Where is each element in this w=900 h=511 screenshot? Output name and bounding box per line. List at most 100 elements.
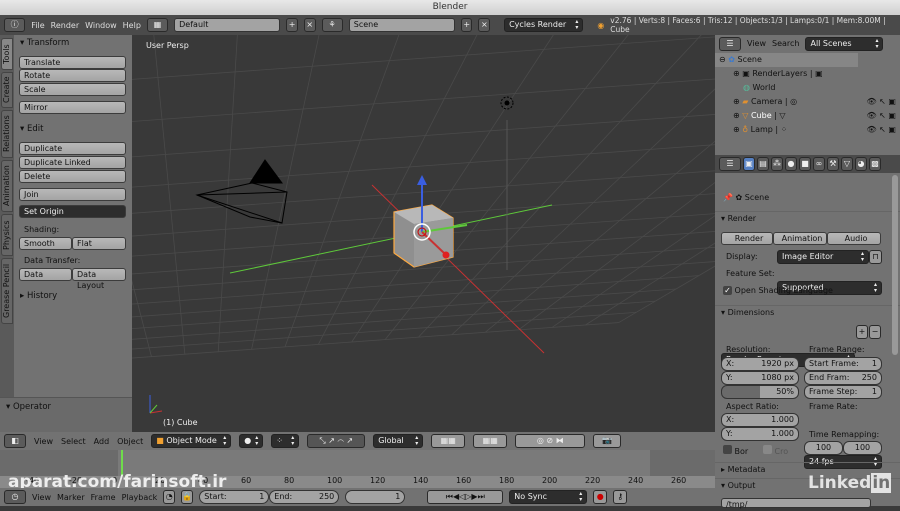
mirror-button[interactable]: Mirror bbox=[19, 101, 126, 114]
tab-physics[interactable]: Physics bbox=[1, 214, 13, 256]
edit-panel-header[interactable]: ▾ Edit bbox=[20, 124, 43, 134]
transform-panel-header[interactable]: ▾ Transform bbox=[20, 38, 69, 48]
menu-help[interactable]: Help bbox=[123, 21, 141, 30]
scene-context-icon[interactable]: ⁂ bbox=[771, 157, 783, 171]
editor-type-button[interactable]: ◷ bbox=[4, 490, 26, 504]
menu-render[interactable]: Render bbox=[51, 21, 79, 30]
remap-old-field[interactable]: 100 bbox=[804, 441, 843, 455]
rotate-button[interactable]: Rotate bbox=[19, 69, 126, 82]
visibility-icons[interactable]: 👁 ↖ ▣ bbox=[866, 95, 896, 109]
outliner-item-renderlayers[interactable]: ⊕ ▣ RenderLayers | ▣ bbox=[715, 67, 900, 81]
layers-grid-2[interactable]: ▦▦ bbox=[473, 434, 508, 448]
delete-button[interactable]: Delete bbox=[19, 170, 126, 183]
render-engine-select[interactable]: Cycles Render bbox=[504, 18, 584, 32]
tab-animation[interactable]: Animation bbox=[1, 160, 13, 212]
outliner-item-camera[interactable]: ⊕ ▰ Camera | ◎ 👁 ↖ ▣ bbox=[715, 95, 900, 109]
menu-view[interactable]: View bbox=[32, 493, 51, 502]
material-icon[interactable]: ◕ bbox=[855, 157, 867, 171]
render-context-icon[interactable]: ▣ bbox=[743, 157, 755, 171]
translate-button[interactable]: Translate bbox=[19, 56, 126, 69]
render-layers-icon[interactable]: ▤ bbox=[757, 157, 769, 171]
aspect-x-field[interactable]: X: 1.000 bbox=[721, 413, 799, 427]
remap-new-field[interactable]: 100 bbox=[843, 441, 882, 455]
duplicate-button[interactable]: Duplicate bbox=[19, 142, 126, 155]
scene-field[interactable]: Scene bbox=[348, 18, 455, 32]
properties-scrollbar[interactable] bbox=[892, 175, 898, 355]
3d-viewport[interactable]: User Persp (1) Cube bbox=[132, 35, 715, 432]
menu-window[interactable]: Window bbox=[85, 21, 117, 30]
aspect-y-field[interactable]: Y: 1.000 bbox=[721, 427, 799, 441]
outliner-item-scene[interactable]: ⊖ ✿ Scene bbox=[715, 53, 900, 67]
duplicate-linked-button[interactable]: Duplicate Linked bbox=[19, 156, 126, 169]
menu-add[interactable]: Add bbox=[94, 437, 110, 446]
lock-icon[interactable]: 🔒 bbox=[181, 490, 194, 504]
constraints-icon[interactable]: ∞ bbox=[813, 157, 825, 171]
remove-preset-button[interactable]: − bbox=[869, 325, 881, 339]
tab-relations[interactable]: Relations bbox=[1, 110, 13, 158]
editor-type-button[interactable]: ☰ bbox=[719, 157, 741, 171]
resolution-y-field[interactable]: Y: 1080 px bbox=[721, 371, 799, 385]
crop-checkbox[interactable]: Cro bbox=[763, 445, 788, 456]
history-panel-header[interactable]: ▸ History bbox=[20, 291, 57, 301]
tab-create[interactable]: Create bbox=[1, 72, 13, 108]
object-icon[interactable]: ■ bbox=[799, 157, 811, 171]
texture-icon[interactable]: ▩ bbox=[869, 157, 881, 171]
resolution-x-field[interactable]: X: 1920 px bbox=[721, 357, 799, 371]
playback-controls[interactable]: ⏮◀◁▷▶⏭ bbox=[427, 490, 504, 504]
visibility-icons[interactable]: 👁 ↖ ▣ bbox=[866, 123, 896, 137]
smooth-button[interactable]: Smooth bbox=[19, 237, 72, 250]
set-origin-select[interactable]: Set Origin bbox=[19, 205, 126, 218]
record-button[interactable]: ● bbox=[593, 490, 608, 504]
menu-marker[interactable]: Marker bbox=[57, 493, 85, 502]
audio-button[interactable]: Audio bbox=[827, 232, 881, 245]
menu-file[interactable]: File bbox=[31, 21, 44, 30]
osl-checkbox[interactable]: ✓ Open Shading Language bbox=[723, 286, 833, 295]
display-mode-select[interactable]: All Scenes bbox=[805, 36, 884, 51]
add-preset-button[interactable]: + bbox=[856, 325, 868, 339]
scale-button[interactable]: Scale bbox=[19, 83, 126, 96]
data-layout-button[interactable]: Data Layout bbox=[72, 268, 126, 290]
shading-mode-select[interactable]: ● bbox=[239, 434, 264, 448]
tab-tools[interactable]: Tools bbox=[1, 38, 13, 70]
menu-view[interactable]: View bbox=[747, 39, 766, 48]
sync-select[interactable]: No Sync bbox=[509, 490, 588, 504]
modifier-wrench-icon[interactable]: ⚒ bbox=[827, 157, 839, 171]
render-panel-header[interactable]: ▾ Render bbox=[715, 211, 900, 225]
operator-panel-header[interactable]: ▾ Operator bbox=[6, 402, 51, 412]
layout-field[interactable]: Default bbox=[174, 18, 281, 32]
pivot-select[interactable]: ⁘ bbox=[271, 434, 300, 448]
editor-type-button[interactable]: ◧ bbox=[4, 434, 26, 448]
editor-type-button[interactable]: ⓘ bbox=[4, 18, 26, 32]
close-layout-button[interactable]: × bbox=[303, 18, 316, 32]
visibility-icons[interactable]: 👁 ↖ ▣ bbox=[866, 109, 896, 123]
menu-view[interactable]: View bbox=[34, 437, 53, 446]
keying-icon[interactable]: ⚷ bbox=[613, 490, 628, 504]
manipulator-buttons[interactable]: ⤡ ↗ ⌒ ↗ bbox=[307, 434, 366, 448]
render-buttons[interactable]: 📷 bbox=[593, 434, 622, 448]
editor-type-button[interactable]: ☰ bbox=[719, 36, 741, 51]
timeline[interactable]: -40 -20 0 20 40 60 80 100 120 140 160 180 200 220 240 2… bbox=[0, 450, 715, 492]
resolution-percent-slider[interactable]: 50% bbox=[721, 385, 799, 399]
end-frame-field[interactable]: End Fram: 250 bbox=[804, 371, 882, 385]
start-frame-field[interactable]: Start: 1 bbox=[199, 490, 270, 504]
border-checkbox[interactable]: Bor bbox=[723, 445, 748, 456]
animation-button[interactable]: Animation bbox=[773, 232, 827, 245]
menu-select[interactable]: Select bbox=[61, 437, 86, 446]
display-select[interactable]: Image Editor bbox=[777, 250, 869, 264]
scene-icon[interactable]: ⚘ bbox=[321, 18, 343, 32]
add-layout-button[interactable]: + bbox=[286, 18, 298, 32]
mesh-data-icon[interactable]: ▽ bbox=[841, 157, 853, 171]
add-scene-button[interactable]: + bbox=[460, 18, 473, 32]
tab-grease-pencil[interactable]: Grease Pencil bbox=[1, 258, 13, 324]
snap-tools[interactable]: ◎ ⊘ ⧓ bbox=[515, 434, 586, 448]
data-button[interactable]: Data bbox=[19, 268, 72, 281]
frame-step-field[interactable]: Frame Step: 1 bbox=[804, 385, 882, 399]
flat-button[interactable]: Flat bbox=[72, 237, 126, 250]
close-scene-button[interactable]: × bbox=[478, 18, 491, 32]
outliner-item-lamp[interactable]: ⊕ ♁ Lamp | ⁘ 👁 ↖ ▣ bbox=[715, 123, 900, 137]
outliner-item-world[interactable]: ◍ World bbox=[715, 81, 900, 95]
output-path-field[interactable]: /tmp/ bbox=[721, 498, 871, 509]
menu-object[interactable]: Object bbox=[117, 437, 143, 446]
layout-icon[interactable]: ▦ bbox=[146, 18, 169, 32]
preview-range-icon[interactable]: ◔ bbox=[163, 490, 176, 504]
